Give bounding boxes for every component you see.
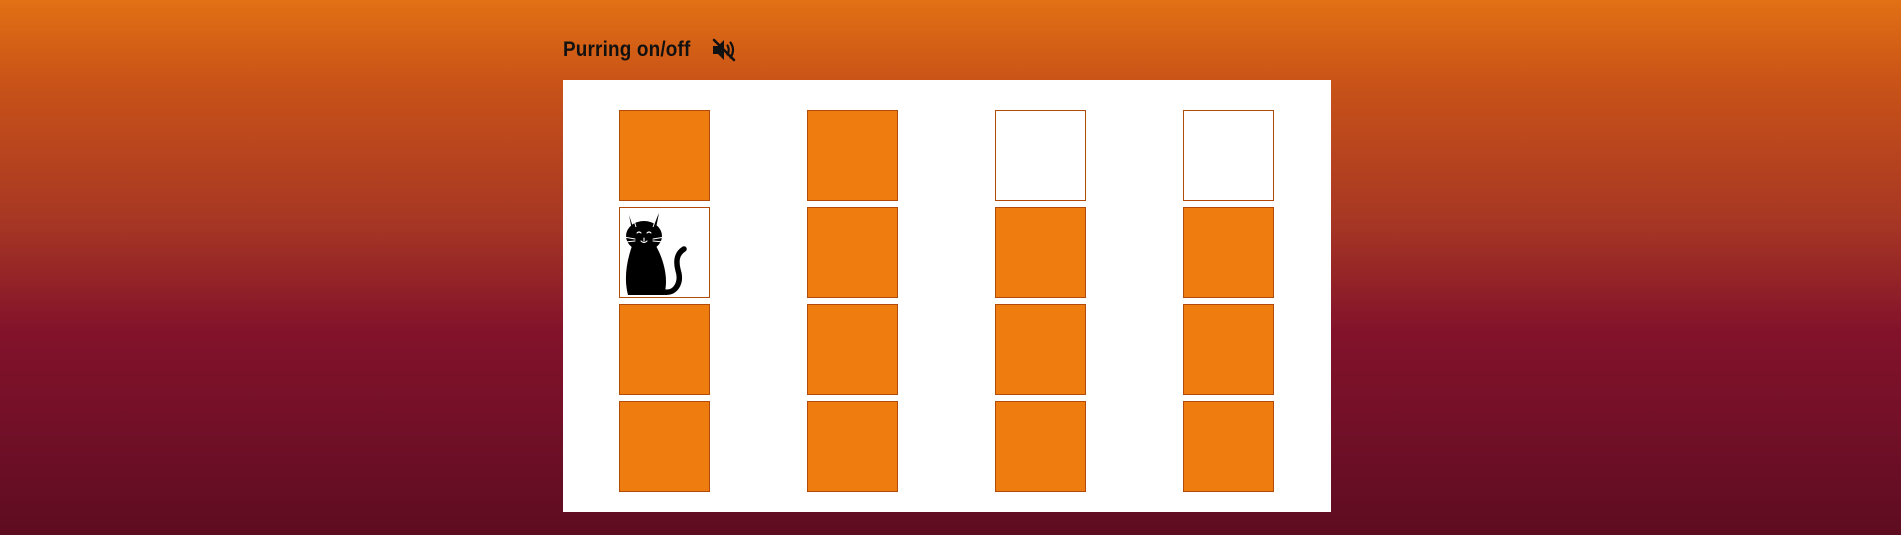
- speaker-muted-icon[interactable]: [709, 35, 739, 65]
- tile-r1-c3-empty[interactable]: [995, 110, 1086, 201]
- tile-r4-c3-filled[interactable]: [995, 401, 1086, 492]
- tile-r2-c1-cat[interactable]: [619, 207, 710, 298]
- tile-r3-c1-filled[interactable]: [619, 304, 710, 395]
- tile-r3-c3-filled[interactable]: [995, 304, 1086, 395]
- tile-r2-c2-filled[interactable]: [807, 207, 898, 298]
- game-board: [563, 80, 1331, 512]
- tile-r1-c2-filled[interactable]: [807, 110, 898, 201]
- purring-toggle-label[interactable]: Purring on/off: [563, 38, 690, 62]
- tile-r2-c3-filled[interactable]: [995, 207, 1086, 298]
- tile-r4-c2-filled[interactable]: [807, 401, 898, 492]
- tile-r1-c4-empty[interactable]: [1183, 110, 1274, 201]
- tile-r1-c1-filled[interactable]: [619, 110, 710, 201]
- tile-r4-c4-filled[interactable]: [1183, 401, 1274, 492]
- tile-r4-c1-filled[interactable]: [619, 401, 710, 492]
- tile-r2-c4-filled[interactable]: [1183, 207, 1274, 298]
- tile-r3-c2-filled[interactable]: [807, 304, 898, 395]
- cat-icon: [623, 213, 687, 295]
- tile-r3-c4-filled[interactable]: [1183, 304, 1274, 395]
- header: Purring on/off: [563, 32, 739, 68]
